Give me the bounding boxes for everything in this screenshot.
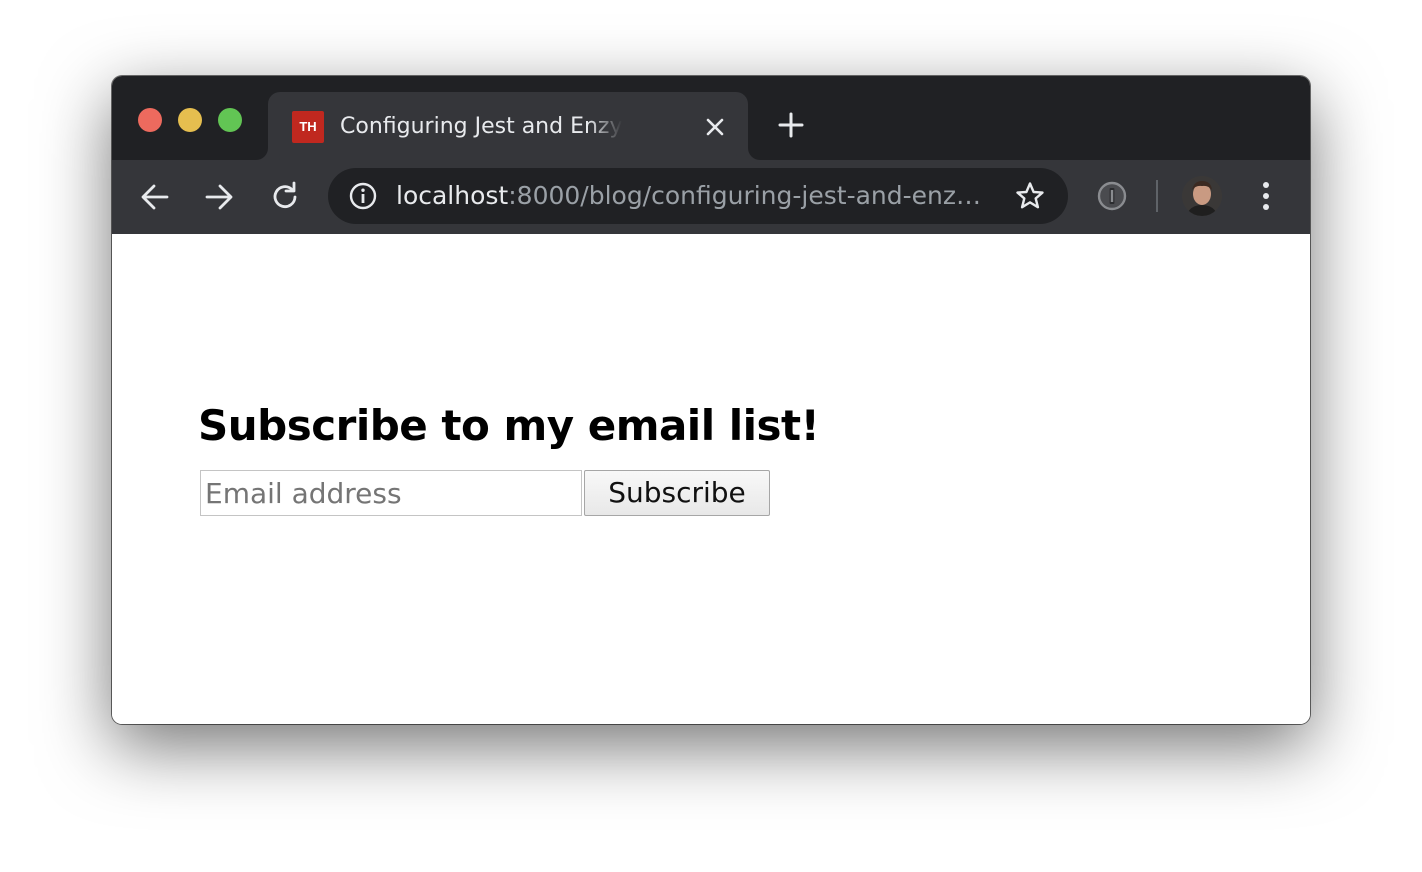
toolbar-divider [1156,180,1158,212]
page-heading: Subscribe to my email list! [198,401,820,450]
browser-window: TH Configuring Jest and Enzyme in Create… [112,76,1310,724]
1password-icon[interactable] [1096,180,1128,212]
active-tab[interactable]: TH Configuring Jest and Enzyme in Create… [268,92,748,160]
reload-icon[interactable] [268,180,302,214]
close-icon[interactable] [702,114,728,140]
window-minimize-button[interactable] [178,108,202,132]
site-favicon: TH [292,111,324,143]
tab-strip: TH Configuring Jest and Enzyme in Create… [112,76,1310,160]
plus-icon[interactable] [776,110,806,140]
subscribe-button[interactable]: Subscribe [584,470,770,516]
window-maximize-button[interactable] [218,108,242,132]
url-host: localhost [396,181,509,210]
page-content: Subscribe to my email list! Subscribe [112,234,1310,724]
arrow-left-icon[interactable] [138,180,172,214]
browser-toolbar: localhost:8000/blog/configuring-jest-and… [112,160,1310,234]
window-close-button[interactable] [138,108,162,132]
three-dots-icon[interactable] [1252,178,1280,214]
url-path: :8000/blog/configuring-jest-and-enzyme-i… [508,181,990,210]
arrow-right-icon[interactable] [202,180,236,214]
star-icon[interactable] [1014,180,1046,212]
info-icon[interactable] [348,181,378,211]
avatar[interactable] [1182,176,1222,216]
email-input[interactable] [200,470,582,516]
url-text[interactable]: localhost:8000/blog/configuring-jest-and… [396,178,990,214]
address-bar[interactable]: localhost:8000/blog/configuring-jest-and… [328,168,1068,224]
tab-title: Configuring Jest and Enzyme in Create Re… [340,114,622,139]
